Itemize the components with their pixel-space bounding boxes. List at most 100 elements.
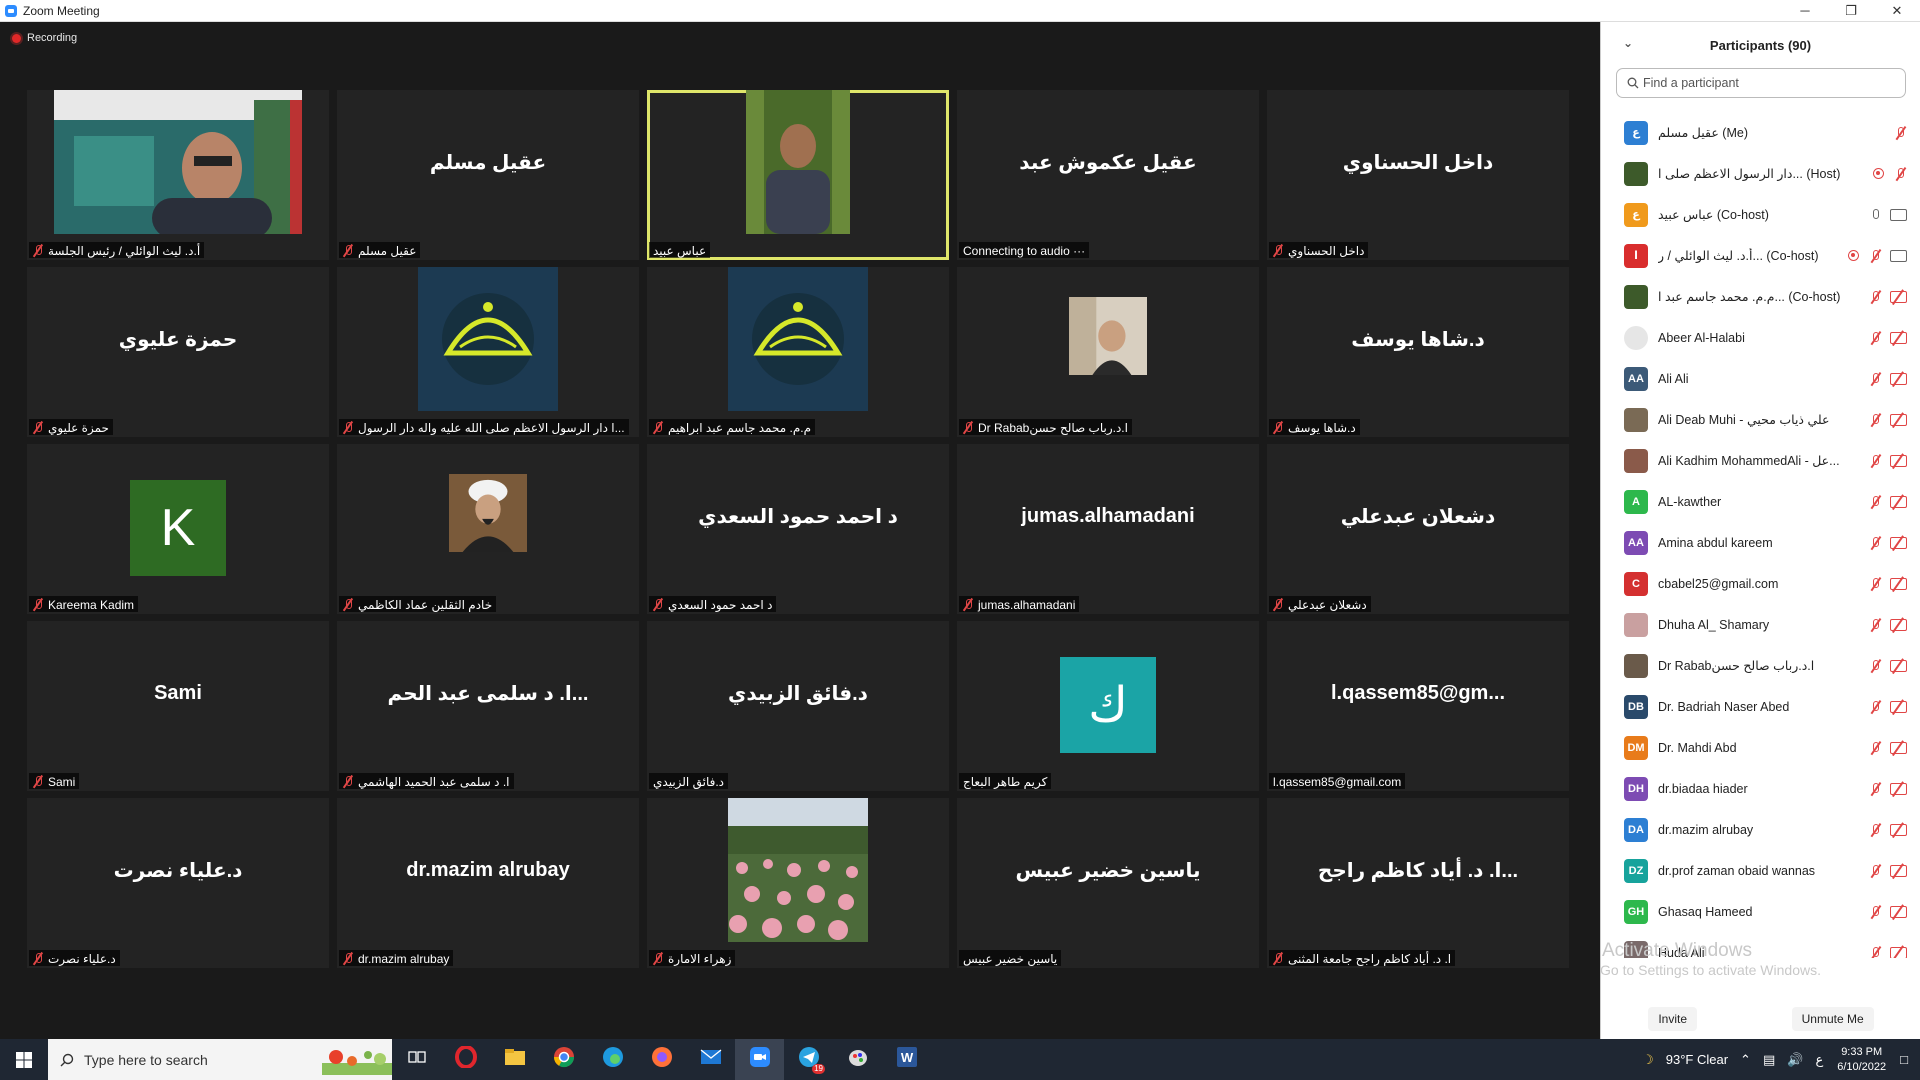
participant-list-item[interactable]: DM Dr. Mahdi Abd	[1615, 727, 1915, 768]
camera-off-icon[interactable]	[1890, 864, 1907, 877]
participant-tile[interactable]: Dr Rababا.د.رباب صالح حسن	[957, 267, 1259, 437]
participant-list-item[interactable]: Ccbabel25@gmail.com	[1615, 563, 1915, 604]
mic-muted-icon[interactable]	[1869, 905, 1882, 919]
mic-muted-icon[interactable]	[1869, 782, 1882, 796]
chrome-taskbar-button[interactable]	[539, 1039, 588, 1080]
participant-tile[interactable]: l.qassem85@gm... l.qassem85@gmail.com	[1267, 621, 1569, 791]
participant-list-item[interactable]: DB Dr. Badriah Naser Abed	[1615, 686, 1915, 727]
opera-taskbar-button[interactable]	[441, 1039, 490, 1080]
camera-off-icon[interactable]	[1890, 700, 1907, 713]
collapse-chevron-icon[interactable]: ⌄	[1623, 36, 1633, 50]
participant-list-item[interactable]: ع عباس عبيد (Co-host)	[1615, 194, 1915, 235]
mic-muted-icon[interactable]	[1869, 536, 1882, 550]
participant-list-item[interactable]: AA Amina abdul kareem	[1615, 522, 1915, 563]
mic-muted-icon[interactable]	[1869, 372, 1882, 386]
participant-list-item[interactable]: DZ dr.prof zaman obaid wannas	[1615, 850, 1915, 891]
participant-tile[interactable]: د.فائق الزبيدي د.فائق الزبيدي	[647, 621, 949, 791]
invite-button[interactable]: Invite	[1648, 1007, 1697, 1031]
file-explorer-taskbar-button[interactable]	[490, 1039, 539, 1080]
participant-tile[interactable]: K Kareema Kadim	[27, 444, 329, 614]
participant-list-item[interactable]: م.م. محمد جاسم عبد ا... (Co-host)	[1615, 276, 1915, 317]
camera-off-icon[interactable]	[1890, 905, 1907, 918]
participant-list-item[interactable]: DH dr.biadaa hiader	[1615, 768, 1915, 809]
mail-taskbar-button[interactable]	[686, 1039, 735, 1080]
participant-tile[interactable]: ا. د سلمى عبد الحم... ا. د سلمى عبد الحمي…	[337, 621, 639, 791]
participant-list-item[interactable]: GH Ghasaq Hameed	[1615, 891, 1915, 932]
camera-on-icon[interactable]	[1890, 208, 1907, 221]
camera-off-icon[interactable]	[1890, 331, 1907, 344]
minimize-button[interactable]: ─	[1782, 0, 1828, 22]
participant-search-input[interactable]: Find a participant	[1616, 68, 1906, 98]
taskbar-search-box[interactable]: Type here to search	[48, 1039, 392, 1080]
mic-muted-icon[interactable]	[1869, 290, 1882, 304]
participant-list-item[interactable]: ا أ.د. ليث الوائلي / ر... (Co-host)	[1615, 235, 1915, 276]
participant-list-item[interactable]: Abeer Al-Halabi	[1615, 317, 1915, 358]
camera-on-icon[interactable]	[1890, 249, 1907, 262]
participant-tile[interactable]: عقيل عكموش عبد Connecting to audio ···	[957, 90, 1259, 260]
word-taskbar-button[interactable]: W	[882, 1039, 931, 1080]
participant-tile[interactable]: دشعلان عبدعلي دشعلان عبدعلي	[1267, 444, 1569, 614]
mic-muted-icon[interactable]	[1869, 741, 1882, 755]
participant-list-item[interactable]: دار الرسول الاعظم صلى ا... (Host)	[1615, 153, 1915, 194]
mic-muted-icon[interactable]	[1869, 249, 1882, 263]
camera-off-icon[interactable]	[1890, 454, 1907, 467]
participant-list-item[interactable]: A AL-kawther	[1615, 481, 1915, 522]
camera-off-icon[interactable]	[1890, 741, 1907, 754]
participant-tile[interactable]: م.م. محمد جاسم عبد ابراهيم	[647, 267, 949, 437]
participant-tile[interactable]: خادم الثقلين عماد الكاظمي	[337, 444, 639, 614]
participant-list-item[interactable]: Ali Deab Muhi - علي ذياب محيي	[1615, 399, 1915, 440]
recording-indicator[interactable]: Recording	[12, 32, 77, 44]
participant-tile[interactable]: ياسين خضير عبيس ياسين خضير عبيس	[957, 798, 1259, 968]
mic-muted-icon[interactable]	[1869, 864, 1882, 878]
mic-muted-icon[interactable]	[1869, 659, 1882, 673]
participant-tile[interactable]: د.شاها يوسف د.شاها يوسف	[1267, 267, 1569, 437]
paint-taskbar-button[interactable]	[833, 1039, 882, 1080]
telegram-taskbar-button[interactable]: 19	[784, 1039, 833, 1080]
participant-tile[interactable]: حمزة عليوي حمزة عليوي	[27, 267, 329, 437]
start-button[interactable]	[0, 1039, 48, 1080]
mic-muted-icon[interactable]	[1869, 700, 1882, 714]
camera-off-icon[interactable]	[1890, 782, 1907, 795]
show-hidden-icons-icon[interactable]: ⌃	[1740, 1052, 1751, 1068]
participant-tile[interactable]: ا. د. أياد كاظم راجح... ا. د. أياد كاظم ر…	[1267, 798, 1569, 968]
participant-tile[interactable]: أ.د. ليث الوائلي / رئيس الجلسة	[27, 90, 329, 260]
participant-list-item[interactable]: DA dr.mazim alrubay	[1615, 809, 1915, 850]
participant-tile[interactable]: د احمد حمود السعدي د احمد حمود السعدي	[647, 444, 949, 614]
participant-tile[interactable]: ا دار الرسول الاعظم صلى الله عليه واله د…	[337, 267, 639, 437]
mic-muted-icon[interactable]	[1869, 823, 1882, 837]
mic-muted-icon[interactable]	[1894, 126, 1907, 140]
zoom-taskbar-button[interactable]	[735, 1039, 784, 1080]
participant-tile[interactable]: عباس عبيد	[647, 90, 949, 260]
speaker-icon[interactable]: 🔊	[1787, 1052, 1803, 1068]
camera-off-icon[interactable]	[1890, 413, 1907, 426]
weather-text[interactable]: 93°F Clear	[1666, 1052, 1728, 1067]
participant-list-item[interactable]: AA Ali Ali	[1615, 358, 1915, 399]
camera-off-icon[interactable]	[1890, 577, 1907, 590]
participant-list-item[interactable]: Dr Rababا.د.رباب صالح حسن	[1615, 645, 1915, 686]
camera-off-icon[interactable]	[1890, 536, 1907, 549]
participant-tile[interactable]: jumas.alhamadani jumas.alhamadani	[957, 444, 1259, 614]
mic-on-icon[interactable]	[1869, 208, 1882, 222]
participant-tile[interactable]: عقيل مسلم عقيل مسلم	[337, 90, 639, 260]
mic-muted-icon[interactable]	[1869, 331, 1882, 345]
task-view-taskbar-button[interactable]	[392, 1039, 441, 1080]
mic-muted-icon[interactable]	[1869, 413, 1882, 427]
mic-muted-icon[interactable]	[1869, 618, 1882, 632]
language-indicator[interactable]: ع	[1815, 1052, 1823, 1068]
participant-tile[interactable]: ك كريم طاهر البعاج	[957, 621, 1259, 791]
camera-off-icon[interactable]	[1890, 290, 1907, 303]
edge-taskbar-button[interactable]	[588, 1039, 637, 1080]
participant-list-item[interactable]: ع عقيل مسلم (Me)	[1615, 112, 1915, 153]
unmute-me-button[interactable]: Unmute Me	[1791, 1007, 1874, 1031]
participant-list-item[interactable]: Ali Kadhim MohammedAli - عل...	[1615, 440, 1915, 481]
participant-tile[interactable]: د.علياء نصرت د.علياء نصرت	[27, 798, 329, 968]
participant-tile[interactable]: زهراء الامارة	[647, 798, 949, 968]
mic-muted-icon[interactable]	[1869, 577, 1882, 591]
close-button[interactable]: ✕	[1874, 0, 1920, 22]
camera-off-icon[interactable]	[1890, 659, 1907, 672]
taskbar-clock[interactable]: 9:33 PM 6/10/2022	[1837, 1045, 1886, 1075]
restore-button[interactable]: ❐	[1828, 0, 1874, 22]
network-icon[interactable]: ▤	[1763, 1052, 1775, 1068]
mic-muted-icon[interactable]	[1894, 167, 1907, 181]
participant-tile[interactable]: Sami Sami	[27, 621, 329, 791]
